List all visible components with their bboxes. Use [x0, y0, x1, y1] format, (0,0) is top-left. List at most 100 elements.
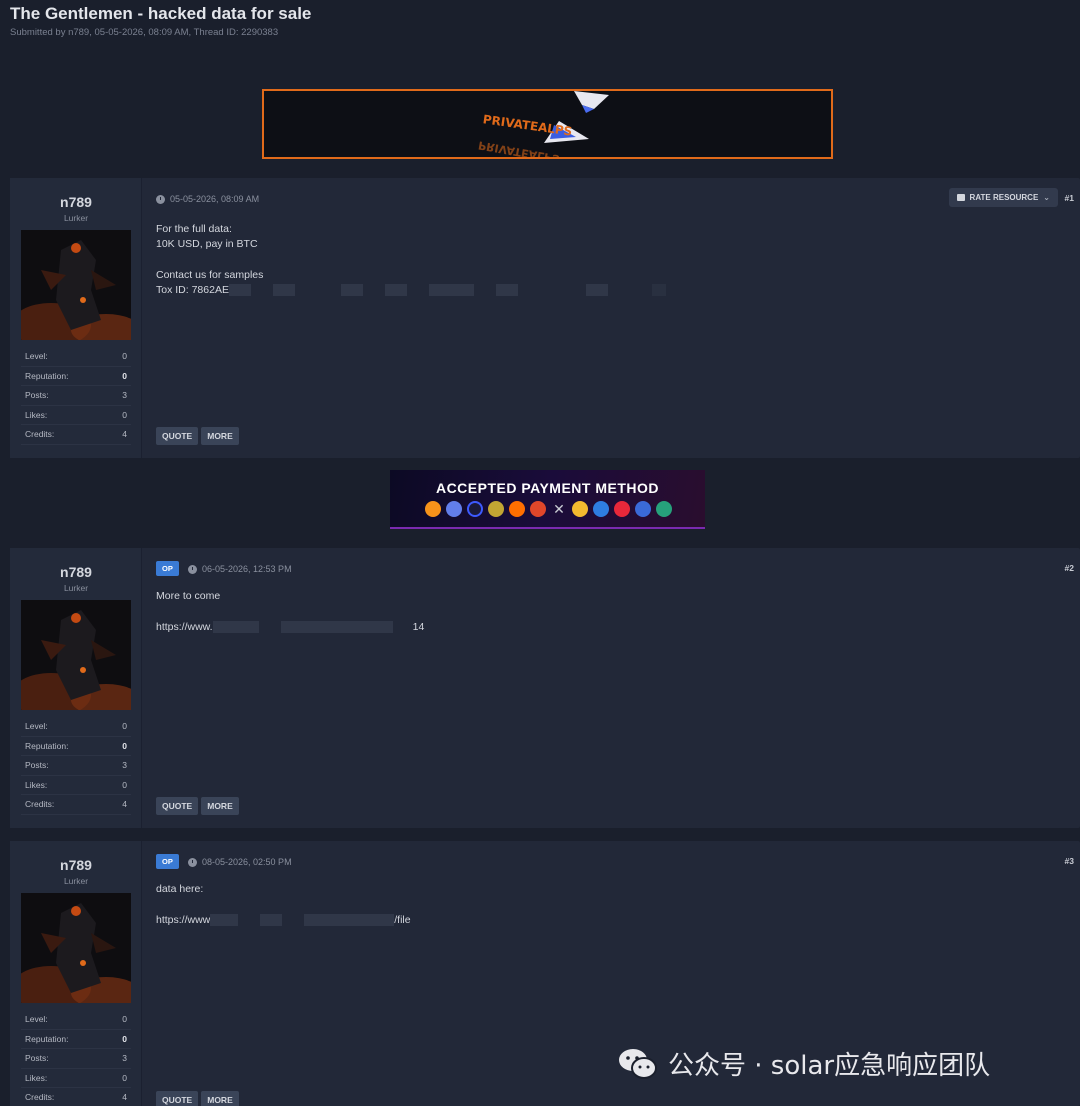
post-number[interactable]: #1: [1065, 193, 1074, 203]
cardano-icon: [593, 501, 609, 517]
post-date: 08-05-2026, 02:50 PM: [188, 857, 292, 867]
user-title: Lurker: [63, 213, 89, 223]
litecoin-icon: [635, 501, 651, 517]
link-line[interactable]: https://www/file: [156, 913, 411, 928]
stat-row: Posts: 3: [21, 756, 131, 776]
privatealps-logo: PRIVATEALPS PRIVATEALPS: [477, 91, 609, 157]
link-text-end[interactable]: 14: [413, 621, 425, 633]
bitcoin-icon: [425, 501, 441, 517]
avatar[interactable]: [21, 600, 131, 710]
stat-value: 0: [122, 351, 127, 362]
stat-row: Likes: 0: [21, 1069, 131, 1088]
stat-row: Likes: 0: [21, 776, 131, 795]
post-text-line: For the full data:: [156, 223, 232, 235]
post-body: data here: https://www/file: [156, 882, 411, 928]
stat-value: 3: [122, 760, 127, 771]
tox-id-line: Tox ID: 7862AE: [156, 283, 666, 298]
tether-icon: [656, 501, 672, 517]
more-button[interactable]: MORE: [201, 1091, 239, 1106]
coin-icons: ✕: [425, 501, 672, 517]
link-text[interactable]: https://www: [156, 914, 210, 926]
solana-icon: [467, 501, 483, 517]
post-author-panel: n789 Lurker Level: 0 Reputation: 0 Posts: 3…: [10, 841, 142, 1106]
more-button[interactable]: MORE: [201, 797, 239, 815]
post-text-line: 10K USD, pay in BTC: [156, 238, 258, 250]
post-number[interactable]: #2: [1065, 563, 1074, 573]
dogecoin-icon: [488, 501, 504, 517]
thread-meta: Submitted by n789, 05-05-2026, 08:09 AM,…: [10, 27, 279, 38]
rate-resource-button[interactable]: RATE RESOURCE ⌄: [948, 188, 1058, 207]
stat-label: Posts:: [25, 760, 49, 771]
user-title: Lurker: [63, 876, 89, 886]
user-stats: Level: 0 Reputation: 0 Posts: 3 Likes: 0 Cre…: [21, 347, 131, 445]
post-body: For the full data: 10K USD, pay in BTC C…: [156, 222, 666, 298]
post-date-text: 08-05-2026, 02:50 PM: [202, 857, 292, 867]
post-actions: QUOTE MORE: [156, 1091, 239, 1106]
payment-method-banner[interactable]: ACCEPTED PAYMENT METHOD ✕: [390, 470, 705, 529]
stat-row: Posts: 3: [21, 1049, 131, 1069]
stat-value: 3: [122, 390, 127, 401]
stat-value: 4: [122, 799, 127, 810]
avatar[interactable]: [21, 893, 131, 1003]
link-text[interactable]: https://www.: [156, 621, 213, 633]
post-number[interactable]: #3: [1065, 856, 1074, 866]
op-badge: OP: [156, 854, 179, 869]
redaction: [428, 284, 474, 297]
stat-row: Reputation: 0: [21, 737, 131, 756]
user-stats: Level: 0 Reputation: 0 Posts: 3 Likes: 0 Cre…: [21, 717, 131, 815]
stat-value: 0: [122, 409, 127, 420]
more-button[interactable]: MORE: [201, 427, 239, 445]
tox-id-text: Tox ID: 7862AE: [156, 284, 229, 296]
stat-row: Level: 0: [21, 1010, 131, 1030]
post-text-line: Contact us for samples: [156, 269, 264, 281]
stat-value: 0: [122, 1033, 127, 1044]
post-author-panel: n789 Lurker Level: 0 Reputation: 0 Posts: 3…: [10, 178, 142, 458]
user-stats: Level: 0 Reputation: 0 Posts: 3 Likes: 0 Cre…: [21, 1010, 131, 1106]
redaction: [272, 284, 295, 297]
avatar[interactable]: [21, 230, 131, 340]
rate-resource-label: RATE RESOURCE: [969, 193, 1039, 202]
stat-label: Likes:: [25, 409, 48, 420]
post-1: n789 Lurker Level: 0 Reputation: 0 Posts: 3…: [10, 178, 1080, 458]
thread-title: The Gentlemen - hacked data for sale: [10, 4, 312, 23]
quote-button[interactable]: QUOTE: [156, 427, 199, 445]
post-content: OP 06-05-2026, 12:53 PM #2 More to come …: [156, 548, 1080, 828]
redaction: [340, 284, 363, 297]
stat-value: 0: [122, 740, 127, 751]
post-author-panel: n789 Lurker Level: 0 Reputation: 0 Posts: 3…: [10, 548, 142, 828]
redaction: [304, 914, 395, 927]
redaction: [228, 284, 251, 297]
stat-value: 0: [122, 1014, 127, 1025]
stat-label: Reputation:: [25, 740, 69, 751]
username-link[interactable]: n789: [10, 194, 142, 210]
post-text-line: More to come: [156, 590, 221, 602]
stat-row: Credits: 4: [21, 795, 131, 815]
post-content: 05-05-2026, 08:09 AM RATE RESOURCE ⌄ #1 …: [156, 178, 1080, 458]
username-link[interactable]: n789: [10, 857, 142, 873]
post-2: n789 Lurker Level: 0 Reputation: 0 Posts: 3…: [10, 548, 1080, 828]
top-banner-ad[interactable]: PRIVATEALPS PRIVATEALPS: [262, 89, 833, 159]
quote-button[interactable]: QUOTE: [156, 1091, 199, 1106]
stat-value: 0: [122, 370, 127, 381]
stat-row: Reputation: 0: [21, 1030, 131, 1049]
clock-icon: [156, 194, 165, 204]
stat-label: Credits:: [25, 429, 55, 440]
bnb-icon: [572, 501, 588, 517]
monero-icon: [530, 501, 546, 517]
stat-row: Likes: 0: [21, 406, 131, 425]
quote-button[interactable]: QUOTE: [156, 797, 199, 815]
stat-value: 4: [122, 429, 127, 440]
post-actions: QUOTE MORE: [156, 797, 239, 815]
link-text-end[interactable]: /file: [394, 914, 410, 926]
stat-label: Posts:: [25, 390, 49, 401]
payment-title: ACCEPTED PAYMENT METHOD: [435, 480, 660, 496]
post-actions: QUOTE MORE: [156, 427, 239, 445]
redaction: [495, 284, 518, 297]
username-link[interactable]: n789: [10, 564, 142, 580]
redaction: [384, 284, 407, 297]
thread-header: The Gentlemen - hacked data for sale Sub…: [10, 4, 311, 38]
link-line[interactable]: https://www. 14: [156, 620, 424, 635]
post-date-text: 06-05-2026, 12:53 PM: [202, 564, 292, 574]
stat-value: 0: [122, 721, 127, 732]
ethereum-icon: [446, 501, 462, 517]
